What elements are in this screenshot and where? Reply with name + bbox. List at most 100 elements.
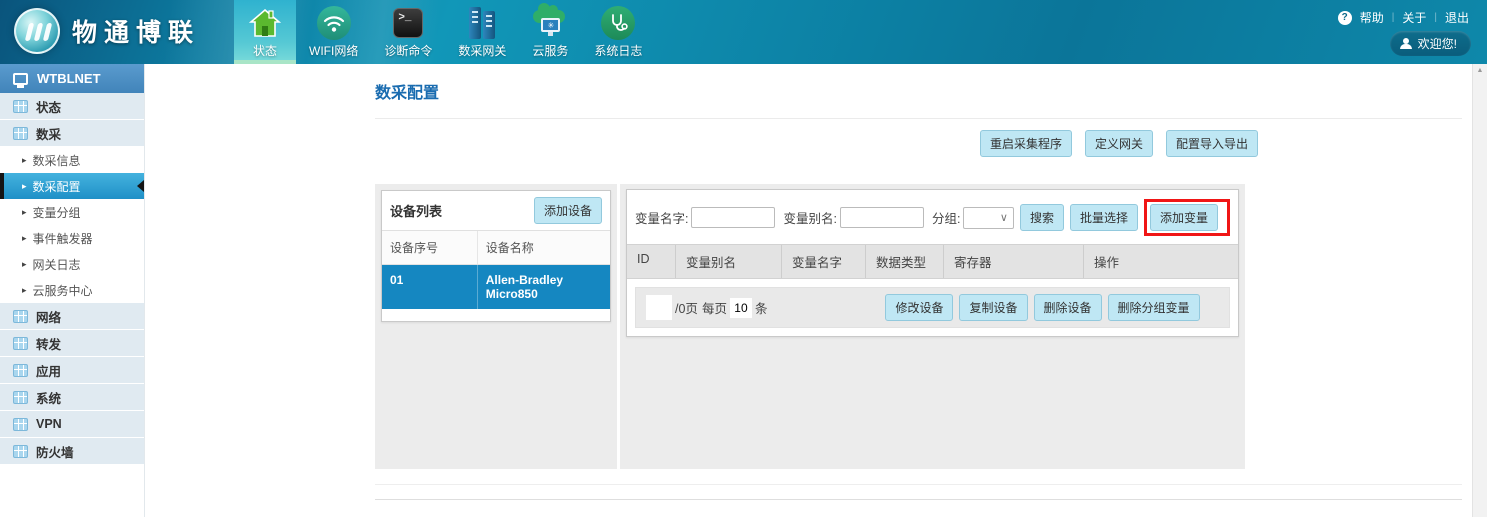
user-icon: [1400, 38, 1412, 49]
unit-label: 条: [755, 298, 768, 317]
caret-icon: ▸: [22, 155, 27, 166]
delete-group-variable-button[interactable]: 删除分组变量: [1108, 294, 1200, 321]
home-icon: [247, 5, 283, 41]
grid-icon: [13, 337, 28, 350]
nav-tab-status[interactable]: 状态: [234, 0, 296, 64]
grid-icon: [13, 445, 28, 458]
sidebar-item-forwarding[interactable]: 转发: [0, 330, 144, 357]
pagination-strip: /0页 每页 条 修改设备 复制设备 删除设备 删除分组变量: [635, 287, 1230, 328]
device-panel-container: 设备列表 添加设备 设备序号 设备名称 01 Allen-Bradley Mic…: [375, 184, 617, 469]
sidebar-item-application[interactable]: 应用: [0, 357, 144, 384]
per-page-label: 每页: [702, 298, 727, 317]
stethoscope-icon: [600, 5, 636, 41]
device-seq-column: 设备序号: [382, 231, 478, 264]
monitor-icon: [13, 73, 28, 85]
variable-panel: 变量名字: 变量别名: 分组: ∨ 搜索 批量选择 添加变量: [626, 189, 1239, 337]
footer-divider-1: [375, 484, 1462, 485]
grid-icon: [13, 100, 28, 113]
sidebar-subitem-cloud-center[interactable]: ▸ 云服务中心: [0, 277, 144, 303]
grid-icon: [13, 418, 28, 431]
sidebar-subitem-event-trigger[interactable]: ▸ 事件触发器: [0, 225, 144, 251]
sidebar-item-system[interactable]: 系统: [0, 384, 144, 411]
device-seq-value: 01: [382, 265, 478, 309]
main-nav: 状态 WIFI网络 >_ 诊断命令: [234, 0, 655, 64]
brand-logo-text: 物通博联: [72, 13, 200, 49]
footer-divider-2: [375, 499, 1462, 500]
caret-icon: ▸: [22, 233, 27, 244]
col-name: 变量名字: [782, 245, 866, 278]
variable-name-label: 变量名字:: [635, 208, 688, 227]
sidebar-item-network[interactable]: 网络: [0, 303, 144, 330]
group-label: 分组:: [932, 208, 960, 227]
delete-device-button[interactable]: 删除设备: [1034, 294, 1102, 321]
page-title: 数采配置: [375, 79, 1462, 103]
device-name-column: 设备名称: [478, 231, 610, 264]
search-button[interactable]: 搜索: [1020, 204, 1064, 231]
grid-icon: [13, 391, 28, 404]
add-variable-button[interactable]: 添加变量: [1150, 204, 1218, 231]
title-divider: [375, 118, 1462, 119]
nav-tab-wifi[interactable]: WIFI网络: [296, 0, 371, 64]
col-datatype: 数据类型: [866, 245, 944, 278]
sidebar-item-data-acquisition[interactable]: 数采: [0, 120, 144, 147]
sidebar-subitem-variable-group[interactable]: ▸ 变量分组: [0, 199, 144, 225]
group-select[interactable]: ∨: [963, 207, 1014, 229]
variable-name-input[interactable]: [691, 207, 775, 228]
copy-device-button[interactable]: 复制设备: [959, 294, 1027, 321]
help-icon: ?: [1338, 11, 1352, 25]
variable-table-header: ID 变量别名 变量名字 数据类型 寄存器 操作: [627, 244, 1238, 279]
col-register: 寄存器: [944, 245, 1084, 278]
gateway-icon: [464, 5, 500, 41]
sidebar-item-status[interactable]: 状态: [0, 93, 144, 120]
scroll-up-icon[interactable]: ▲: [1477, 67, 1484, 74]
restart-collector-button[interactable]: 重启采集程序: [980, 130, 1072, 157]
nav-tab-syslog[interactable]: 系统日志: [581, 0, 655, 64]
sidebar-subitem-acq-config[interactable]: ▸ 数采配置: [0, 173, 144, 199]
page-number-input[interactable]: [646, 295, 672, 320]
nav-tab-cloud[interactable]: ✳ 云服务: [519, 0, 581, 64]
device-table-header: 设备序号 设备名称: [382, 230, 610, 265]
about-link[interactable]: 关于: [1402, 9, 1426, 26]
brand-logo: 物通博联: [14, 8, 200, 54]
brand-logo-icon: [14, 8, 60, 54]
batch-select-button[interactable]: 批量选择: [1070, 204, 1138, 231]
device-list-card: 设备列表 添加设备 设备序号 设备名称 01 Allen-Bradley Mic…: [381, 190, 611, 322]
welcome-badge[interactable]: 欢迎您!: [1390, 31, 1471, 56]
caret-icon: ▸: [22, 207, 27, 218]
grid-icon: [13, 364, 28, 377]
sidebar-subitem-gateway-log[interactable]: ▸ 网关日志: [0, 251, 144, 277]
wifi-icon: [316, 5, 352, 41]
config-import-export-button[interactable]: 配置导入导出: [1166, 130, 1258, 157]
variable-alias-input[interactable]: [840, 207, 924, 228]
sidebar-item-firewall[interactable]: 防火墙: [0, 438, 144, 465]
red-highlight-box: 添加变量: [1144, 199, 1230, 236]
grid-icon: [13, 310, 28, 323]
device-row-selected[interactable]: 01 Allen-Bradley Micro850: [382, 265, 610, 309]
nav-tab-diagnostics[interactable]: >_ 诊断命令: [371, 0, 445, 64]
sidebar-header: WTBLNET: [0, 64, 144, 93]
help-link[interactable]: 帮助: [1360, 9, 1384, 26]
per-page-input[interactable]: [730, 298, 752, 318]
variable-alias-label: 变量别名:: [783, 208, 836, 227]
modify-device-button[interactable]: 修改设备: [885, 294, 953, 321]
panels-area: 设备列表 添加设备 设备序号 设备名称 01 Allen-Bradley Mic…: [375, 184, 1462, 469]
sidebar-item-vpn[interactable]: VPN: [0, 411, 144, 438]
add-device-button[interactable]: 添加设备: [534, 197, 602, 224]
welcome-text: 欢迎您!: [1418, 35, 1457, 52]
chevron-down-icon: ∨: [1000, 211, 1008, 224]
terminal-icon: >_: [390, 5, 426, 41]
col-alias: 变量别名: [676, 245, 782, 278]
variable-panel-container: 变量名字: 变量别名: 分组: ∨ 搜索 批量选择 添加变量: [620, 184, 1245, 469]
sidebar-subitem-acq-info[interactable]: ▸ 数采信息: [0, 147, 144, 173]
logout-link[interactable]: 退出: [1445, 9, 1469, 26]
nav-tab-gateway[interactable]: 数采网关: [445, 0, 519, 64]
cloud-icon: ✳: [532, 5, 568, 41]
variable-filter-bar: 变量名字: 变量别名: 分组: ∨ 搜索 批量选择 添加变量: [627, 190, 1238, 244]
vertical-scrollbar[interactable]: ▲: [1472, 64, 1487, 517]
sidebar-title: WTBLNET: [37, 71, 101, 86]
define-gateway-button[interactable]: 定义网关: [1085, 130, 1153, 157]
caret-icon: ▸: [22, 181, 27, 192]
page-suffix: /0页: [675, 298, 698, 317]
grid-icon: [13, 127, 28, 140]
main-content: 数采配置 重启采集程序 定义网关 配置导入导出 设备列表 添加设备 设备序号 设…: [375, 64, 1462, 517]
